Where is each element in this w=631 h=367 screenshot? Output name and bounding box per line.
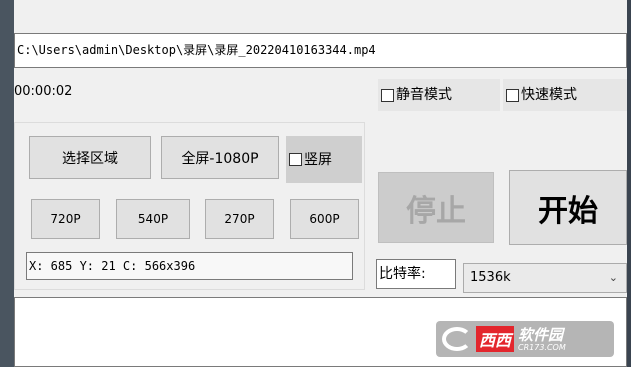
- watermark-logo: 西西 软件园 CR173.COM: [436, 321, 614, 357]
- fast-mode-label: 快速模式: [521, 87, 577, 103]
- vertical-screen-label: 竖屏: [304, 151, 332, 168]
- stop-button[interactable]: 停止: [378, 172, 494, 243]
- desktop-edge-right: [627, 0, 631, 367]
- start-button[interactable]: 开始: [509, 170, 627, 245]
- mute-mode-label: 静音模式: [396, 87, 452, 103]
- checkbox-box[interactable]: [289, 153, 302, 166]
- select-region-button[interactable]: 选择区域: [29, 136, 151, 179]
- vertical-screen-checkbox[interactable]: 竖屏: [286, 136, 362, 183]
- bitrate-selected-value: 1536k: [470, 270, 511, 285]
- fast-mode-checkbox[interactable]: 快速模式: [503, 79, 627, 111]
- fullscreen-1080p-button[interactable]: 全屏-1080P: [161, 136, 279, 179]
- bitrate-select[interactable]: 1536k ⌄: [463, 263, 627, 293]
- chevron-down-icon[interactable]: ⌄: [609, 264, 618, 292]
- watermark-cn: 软件园: [518, 325, 564, 344]
- watermark-brand: 西西: [476, 326, 515, 352]
- watermark-en: CR173.COM: [518, 342, 566, 352]
- preset-270p-button[interactable]: 270P: [205, 199, 274, 239]
- checkbox-box[interactable]: [381, 88, 394, 102]
- desktop-edge-left: [0, 0, 14, 367]
- preset-540p-button[interactable]: 540P: [116, 199, 190, 239]
- logo-ring-icon: [442, 327, 472, 351]
- preset-600p-button[interactable]: 600P: [290, 199, 359, 239]
- mute-mode-checkbox[interactable]: 静音模式: [378, 79, 500, 111]
- preset-720p-button[interactable]: 720P: [31, 199, 100, 239]
- bitrate-label: 比特率:: [376, 259, 456, 289]
- output-path-field[interactable]: C:\Users\admin\Desktop\录屏\录屏_20220410163…: [14, 33, 627, 68]
- checkbox-box[interactable]: [506, 88, 519, 102]
- watermark-text: 软件园 CR173.COM: [518, 327, 566, 352]
- elapsed-time: 00:00:02: [14, 84, 73, 99]
- region-coordinates-field[interactable]: X: 685 Y: 21 C: 566x396: [26, 252, 353, 280]
